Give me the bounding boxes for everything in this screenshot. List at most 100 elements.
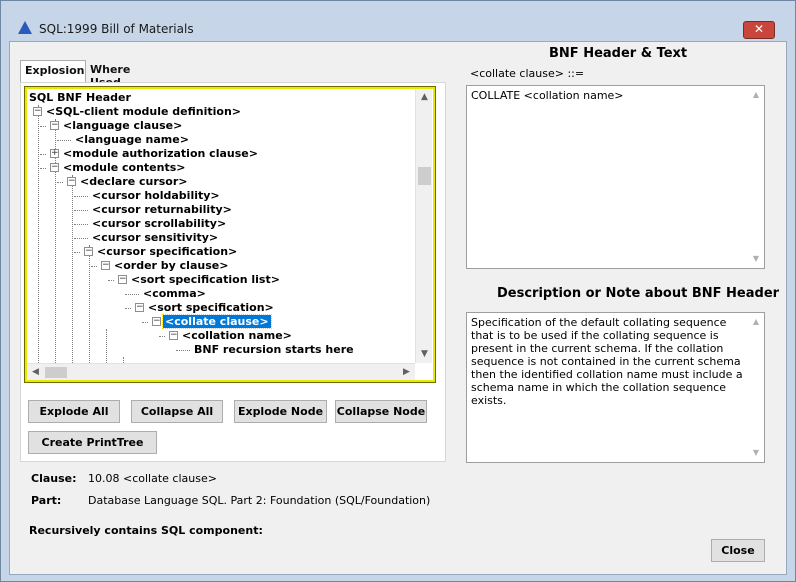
tree-node-label: <declare cursor>	[80, 175, 188, 188]
tree-connector	[74, 196, 88, 197]
tree-node-label: <order by clause>	[114, 259, 229, 272]
tab-explosion[interactable]: Explosion	[20, 60, 86, 82]
tree-node-label: <collate clause>	[162, 314, 272, 329]
tree-connector	[91, 266, 97, 267]
scroll-down-icon[interactable]: ▼	[416, 346, 433, 363]
bnf-text-scrollbar[interactable]: ▲ ▼	[748, 86, 764, 268]
tree-node[interactable]: <order by clause>	[112, 259, 230, 273]
collapse-node-icon[interactable]: −	[135, 303, 144, 312]
tree-node[interactable]: <cursor returnability>	[90, 203, 234, 217]
tree-node-label: <module contents>	[63, 161, 186, 174]
collapse-node-icon[interactable]: −	[67, 177, 76, 186]
tree-node-label: <cursor returnability>	[92, 203, 232, 216]
bnf-scroll-up-icon[interactable]: ▲	[748, 88, 764, 102]
tree-connector	[40, 126, 46, 127]
expand-node-icon[interactable]: +	[50, 149, 59, 158]
tree-root[interactable]: SQL BNF Header	[27, 91, 133, 105]
collapse-node-button[interactable]: Collapse Node	[335, 400, 427, 423]
tree-node[interactable]: <declare cursor>	[78, 175, 190, 189]
collapse-node-icon[interactable]: −	[101, 261, 110, 270]
tree-connector	[40, 168, 46, 169]
vertical-scroll-thumb[interactable]	[418, 167, 431, 185]
collapse-node-icon[interactable]: −	[50, 121, 59, 130]
close-button[interactable]: Close	[711, 539, 765, 562]
tree-node-label: <cursor scrollability>	[92, 217, 227, 230]
collapse-node-icon[interactable]: −	[152, 317, 161, 326]
clause-value: 10.08 <collate clause>	[88, 472, 217, 485]
explode-all-button[interactable]: Explode All	[28, 400, 120, 423]
app-window: SQL:1999 Bill of Materials ✕ Explosion W…	[0, 0, 796, 582]
description-text-area[interactable]: Specification of the default collating s…	[466, 312, 765, 463]
tree-connector	[57, 140, 71, 141]
collapse-node-icon[interactable]: −	[118, 275, 127, 284]
part-label: Part:	[31, 494, 62, 507]
tree-node[interactable]: BNF recursion starts here	[192, 343, 356, 357]
tree-node-label: <cursor holdability>	[92, 189, 220, 202]
tree-node-label: <cursor sensitivity>	[92, 231, 219, 244]
explode-node-button[interactable]: Explode Node	[234, 400, 327, 423]
desc-scroll-down-icon[interactable]: ▼	[748, 446, 764, 460]
tree-guide-line	[89, 245, 90, 363]
tree-horizontal-scrollbar[interactable]: ◀ ▶	[27, 363, 415, 380]
dialog-body: Explosion Where Used SQL BNF Header −<SQ…	[9, 41, 787, 575]
scroll-up-icon[interactable]: ▲	[416, 89, 433, 106]
description-text: Specification of the default collating s…	[471, 316, 743, 407]
tree-node[interactable]: <language name>	[73, 133, 191, 147]
tree-guide-line	[38, 105, 39, 363]
tree-node-label: <SQL-client module definition>	[46, 105, 242, 118]
tree-guide-line	[72, 175, 73, 363]
tree-node[interactable]: <cursor scrollability>	[90, 217, 228, 231]
tree-vertical-scrollbar[interactable]: ▲ ▼	[415, 89, 432, 363]
collapse-node-icon[interactable]: −	[169, 331, 178, 340]
collapse-node-icon[interactable]: −	[33, 107, 42, 116]
bnf-tree-view[interactable]: SQL BNF Header − <SQL-client module defin…	[24, 86, 436, 383]
collapse-all-button[interactable]: Collapse All	[131, 400, 223, 423]
tree-node[interactable]: <sort specification>	[146, 301, 276, 315]
window-title: SQL:1999 Bill of Materials	[39, 22, 194, 36]
collapse-node-icon[interactable]: −	[84, 247, 93, 256]
tree-node[interactable]: <cursor sensitivity>	[90, 231, 220, 245]
create-printtree-button[interactable]: Create PrintTree	[28, 431, 157, 454]
scroll-left-icon[interactable]: ◀	[27, 364, 44, 380]
tree-node[interactable]: <collation name>	[180, 329, 294, 343]
bnf-scroll-down-icon[interactable]: ▼	[748, 252, 764, 266]
horizontal-scroll-thumb[interactable]	[45, 367, 67, 378]
title-bar[interactable]: SQL:1999 Bill of Materials ✕	[1, 1, 795, 39]
tree-viewport: SQL BNF Header − <SQL-client module defin…	[27, 89, 415, 363]
description-scrollbar[interactable]: ▲ ▼	[748, 313, 764, 462]
desc-scroll-up-icon[interactable]: ▲	[748, 315, 764, 329]
tree-node[interactable]: <comma>	[141, 287, 208, 301]
tree-connector	[176, 350, 190, 351]
tree-connector	[125, 308, 131, 309]
tree-node[interactable]: <sort specification list>	[129, 273, 282, 287]
tree-node-label: BNF recursion starts here	[194, 343, 354, 356]
tab-where-used[interactable]: Where Used	[86, 60, 166, 89]
tree-node[interactable]: <SQL-client module definition>	[44, 105, 243, 119]
explosion-panel: SQL BNF Header − <SQL-client module defin…	[20, 82, 446, 462]
tree-node[interactable]: <collate clause>	[162, 314, 272, 329]
scroll-right-icon[interactable]: ▶	[398, 364, 415, 380]
tree-node[interactable]: <module contents>	[61, 161, 187, 175]
tree-connector	[74, 238, 88, 239]
tree-node[interactable]: <cursor holdability>	[90, 189, 222, 203]
tree-connector	[142, 322, 148, 323]
tree-node-label: <collation name>	[182, 329, 292, 342]
clause-label: Clause:	[31, 472, 77, 485]
collapse-node-icon[interactable]: −	[50, 163, 59, 172]
tree-node[interactable]: <language clause>	[61, 119, 184, 133]
app-logo-icon	[18, 21, 32, 34]
tree-node-label: <sort specification>	[148, 301, 274, 314]
tree-guide-line	[106, 329, 107, 363]
tree-node-label: <language name>	[75, 133, 189, 146]
tree-node[interactable]: <cursor specification>	[95, 245, 239, 259]
tree-node-label: <module authorization clause>	[63, 147, 258, 160]
bnf-prefix-label: <collate clause> ::=	[470, 67, 585, 80]
window-close-button[interactable]: ✕	[743, 21, 775, 39]
tree-connector	[40, 154, 46, 155]
bnf-text-area[interactable]: COLLATE <collation name> ▲ ▼	[466, 85, 765, 269]
tree-node[interactable]: <module authorization clause>	[61, 147, 260, 161]
tree-connector	[159, 336, 165, 337]
tree-node-label: <language clause>	[63, 119, 183, 132]
tree-connector	[74, 224, 88, 225]
description-heading: Description or Note about BNF Header	[497, 286, 780, 301]
